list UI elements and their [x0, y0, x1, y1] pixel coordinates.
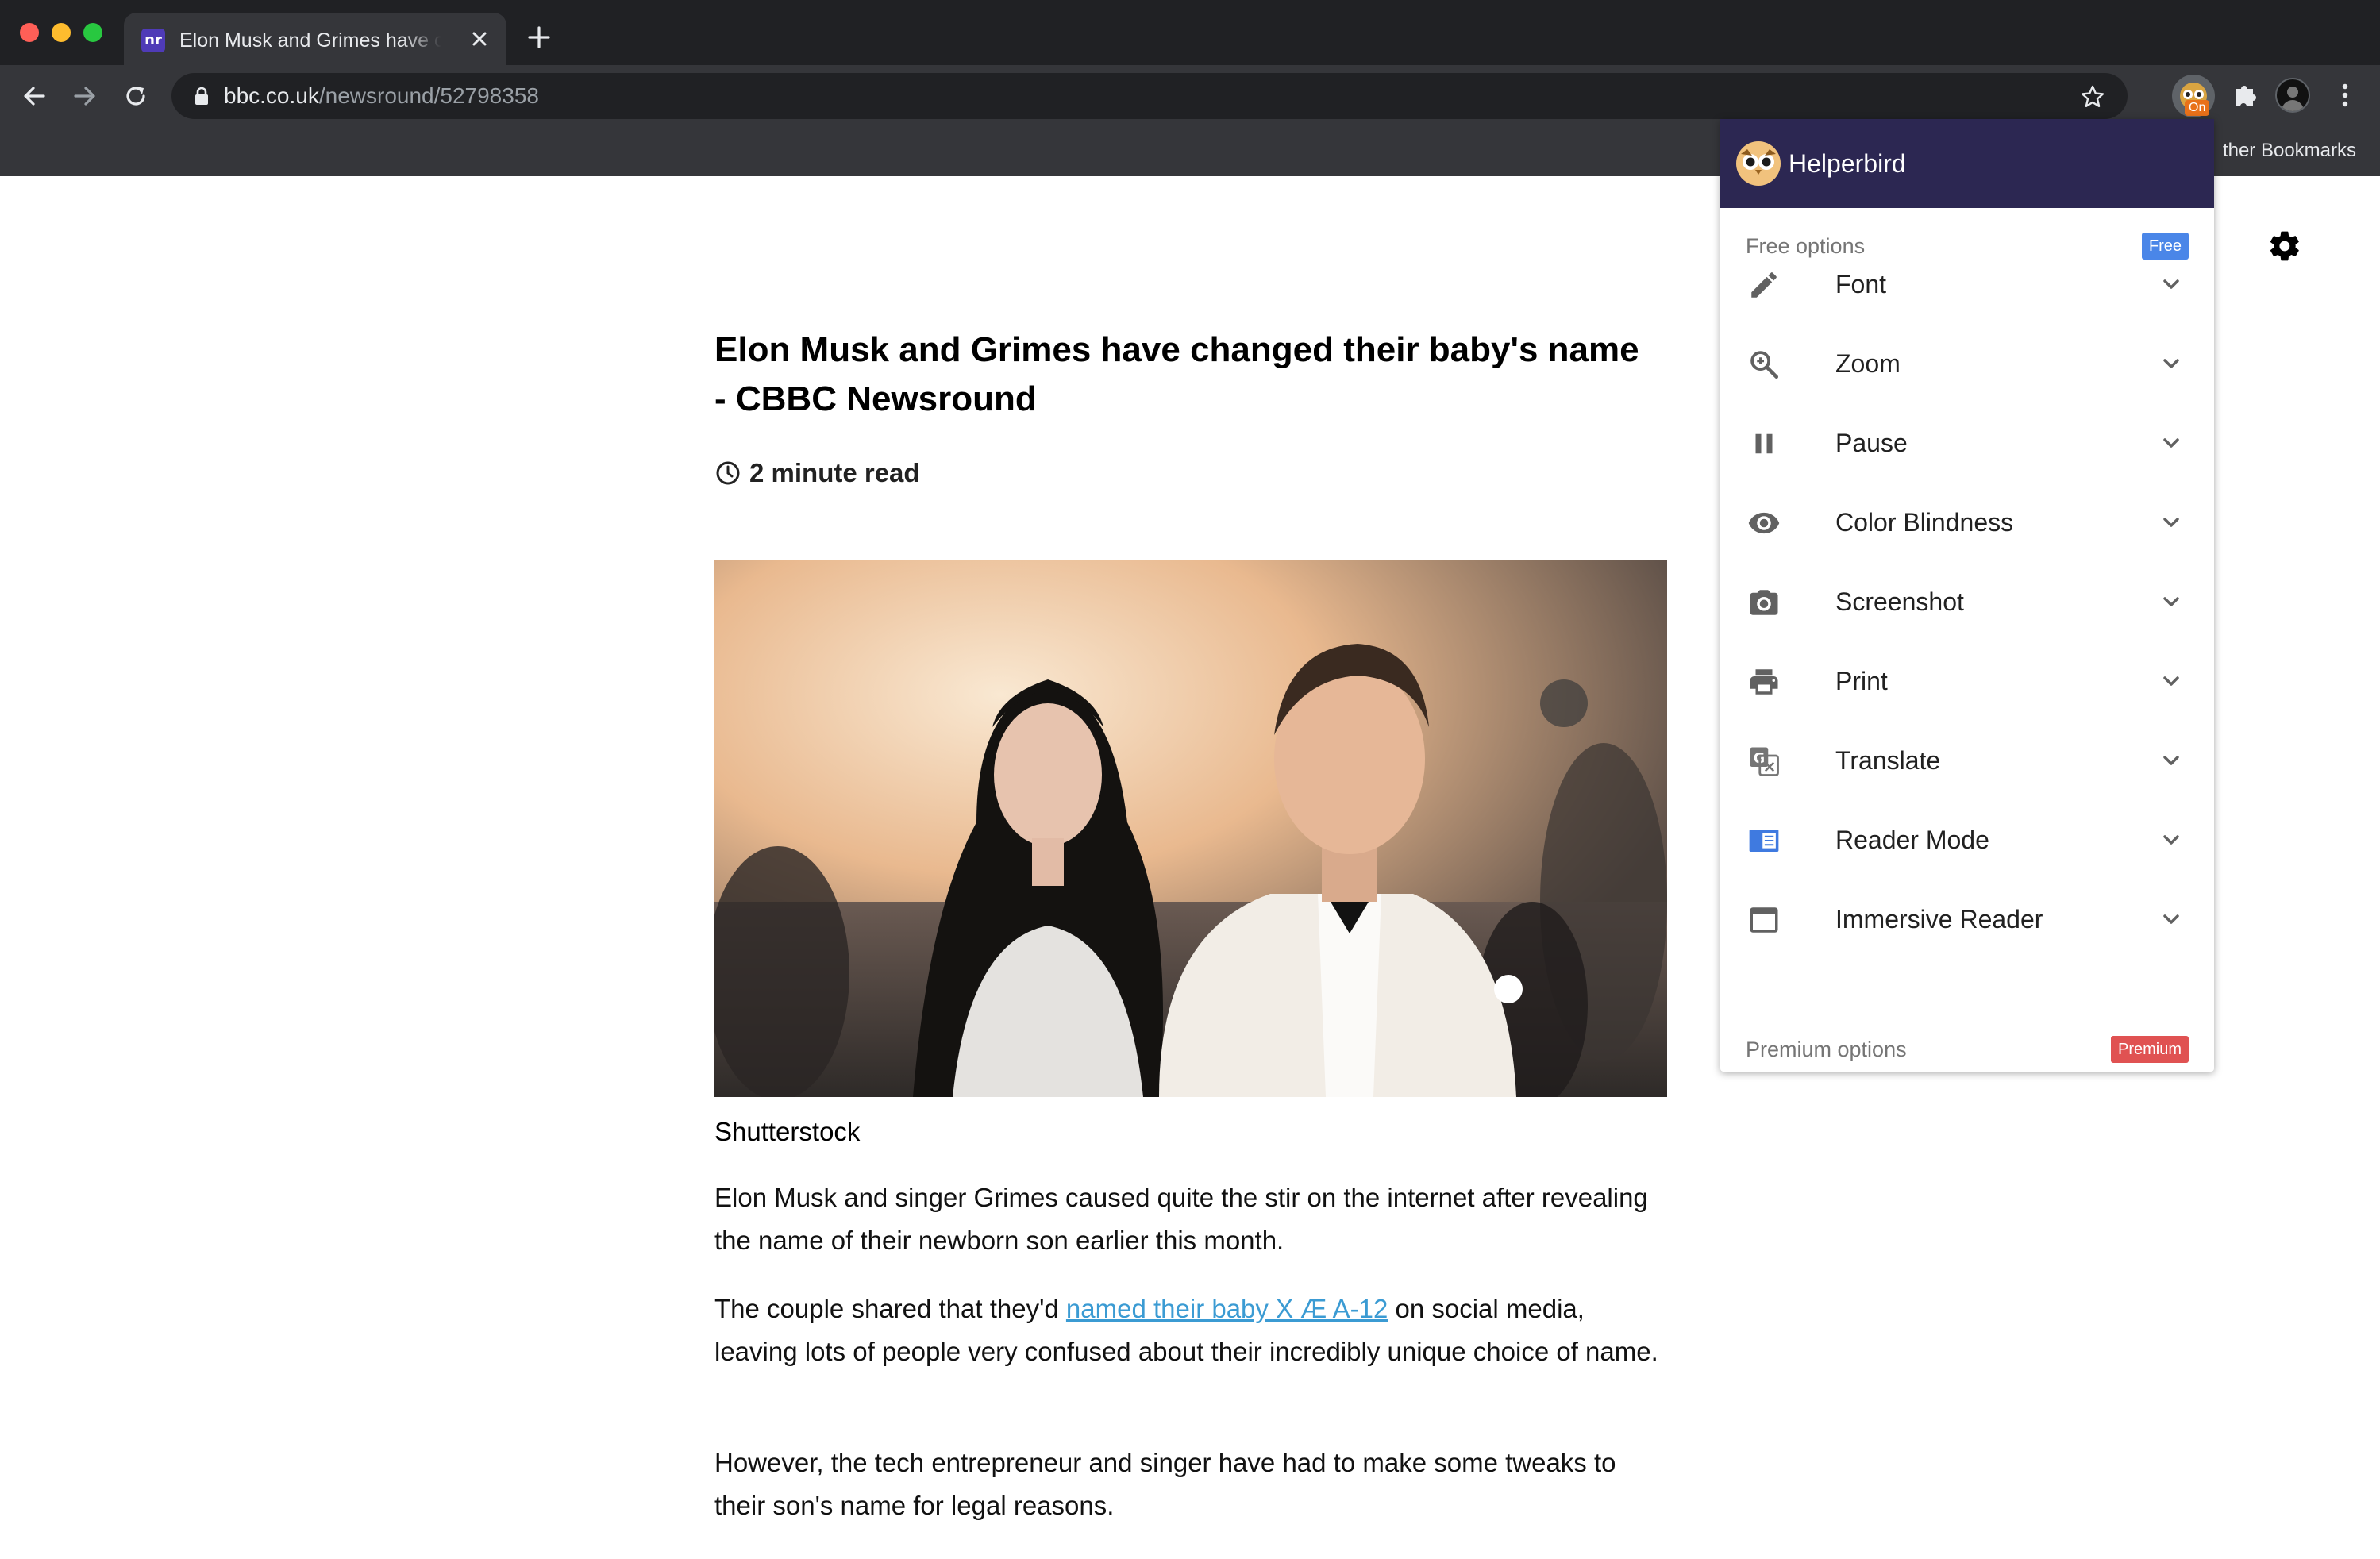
pencil-icon	[1751, 272, 1777, 298]
chevron-down-icon[interactable]	[2159, 430, 2184, 456]
option-label: Zoom	[1835, 349, 1901, 378]
option-zoom[interactable]: Zoom	[1720, 324, 2214, 403]
option-label: Print	[1835, 667, 1888, 695]
chevron-down-icon[interactable]	[2159, 510, 2184, 535]
forward-arrow-icon[interactable]	[70, 81, 100, 111]
option-color-blindness[interactable]: Color Blindness	[1720, 483, 2214, 562]
printer-icon	[1750, 669, 1778, 695]
browser-titlebar: nr Elon Musk and Grimes have changed the…	[0, 0, 2380, 65]
option-label: Screenshot	[1835, 587, 1964, 616]
option-immersive-reader[interactable]: Immersive Reader	[1720, 880, 2214, 959]
article-hero-image	[714, 560, 1667, 1097]
extension-on-badge: On	[2185, 100, 2210, 116]
helperbird-title: Helperbird	[1789, 149, 1906, 178]
newsround-favicon-icon: nr	[141, 29, 165, 52]
read-time-label: 2 minute read	[749, 458, 920, 487]
article-headline: Elon Musk and Grimes have changed their …	[714, 330, 1639, 418]
article-paragraph-2: The couple shared that they'd named thei…	[714, 1294, 1658, 1366]
option-print[interactable]: Print	[1720, 641, 2214, 721]
bookmark-star-icon[interactable]	[2080, 84, 2105, 110]
window-icon	[1750, 907, 1778, 933]
reader-mode-icon	[1749, 830, 1779, 852]
url-text[interactable]: bbc.co.uk/newsround/52798358	[224, 73, 539, 119]
gear-icon[interactable]	[2267, 229, 2302, 264]
baby-name-link[interactable]: named their baby X Æ A-12	[1066, 1294, 1388, 1323]
chevron-down-icon[interactable]	[2159, 748, 2184, 773]
option-label: Pause	[1835, 429, 1908, 457]
back-arrow-icon[interactable]	[19, 81, 49, 111]
option-label: Immersive Reader	[1835, 905, 2043, 933]
translate-icon: G	[1750, 747, 1779, 776]
option-label: Font	[1835, 270, 1887, 298]
article: Elon Musk and Grimes have changed their …	[714, 325, 1667, 1520]
other-bookmarks[interactable]: ther Bookmarks	[2223, 135, 2356, 167]
fullscreen-window-button[interactable]	[83, 23, 102, 42]
camera-icon	[1750, 590, 1778, 615]
minimize-window-button[interactable]	[52, 23, 71, 42]
option-label: Translate	[1835, 746, 1941, 775]
chevron-down-icon[interactable]	[2159, 827, 2184, 853]
chevron-down-icon[interactable]	[2159, 351, 2184, 376]
new-tab-icon[interactable]	[526, 24, 553, 51]
option-screenshot[interactable]: Screenshot	[1720, 562, 2214, 641]
eye-icon	[1748, 512, 1780, 534]
article-paragraph-3: However, the tech entrepreneur and singe…	[714, 1448, 1616, 1520]
chevron-down-icon[interactable]	[2159, 271, 2184, 297]
extensions-puzzle-icon[interactable]	[2229, 79, 2261, 111]
browser-menu-icon[interactable]	[2332, 79, 2358, 111]
clock-icon	[716, 461, 740, 485]
profile-avatar[interactable]	[2275, 78, 2310, 113]
helperbird-owl-icon	[1736, 141, 1781, 186]
premium-options-heading: Premium options	[1746, 1037, 1907, 1061]
read-time: 2 minute read	[714, 456, 1667, 491]
close-tab-icon[interactable]	[467, 26, 492, 52]
option-translate[interactable]: G Translate	[1720, 721, 2214, 800]
image-caption: Shutterstock	[714, 1117, 861, 1146]
option-label: Color Blindness	[1835, 508, 2014, 537]
pause-icon	[1755, 433, 1773, 454]
option-pause[interactable]: Pause	[1720, 403, 2214, 483]
close-window-button[interactable]	[20, 23, 39, 42]
option-reader-mode[interactable]: Reader Mode	[1720, 800, 2214, 880]
chevron-down-icon[interactable]	[2159, 907, 2184, 932]
article-paragraph-1: Elon Musk and singer Grimes caused quite…	[714, 1183, 1648, 1255]
helperbird-header: Helperbird	[1720, 119, 2214, 208]
browser-tab[interactable]: nr Elon Musk and Grimes have changed the…	[124, 13, 506, 65]
option-label: Reader Mode	[1835, 826, 1989, 854]
tab-title: Elon Musk and Grimes have changed their …	[179, 29, 441, 52]
chevron-down-icon[interactable]	[2159, 589, 2184, 614]
premium-badge: Premium	[2110, 1036, 2189, 1063]
reload-icon[interactable]	[121, 81, 151, 111]
helperbird-popup: Helperbird Free options Free Font Zoom P…	[1720, 119, 2214, 1072]
zoom-icon	[1750, 351, 1779, 379]
address-bar[interactable]: bbc.co.uk/newsround/52798358	[171, 73, 2128, 119]
chevron-down-icon[interactable]	[2159, 668, 2184, 694]
lock-icon[interactable]	[194, 87, 210, 106]
browser-toolbar: bbc.co.uk/newsround/52798358	[0, 65, 2380, 125]
option-font[interactable]: Font	[1720, 244, 2214, 324]
